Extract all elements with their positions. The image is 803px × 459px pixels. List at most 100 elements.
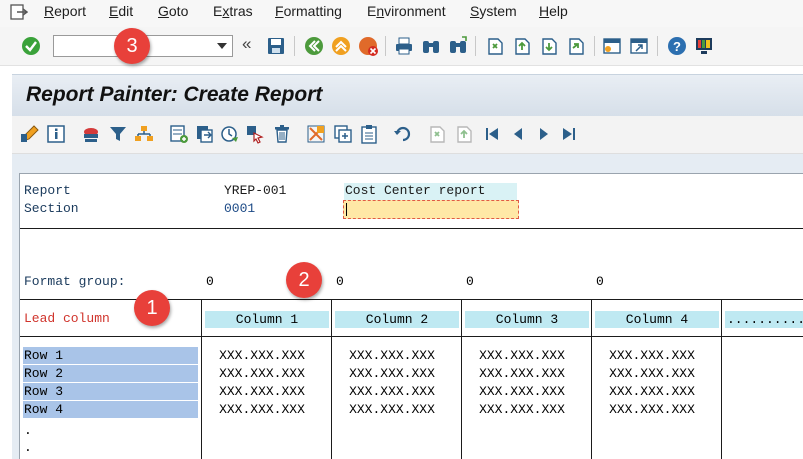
filter-icon[interactable] (108, 124, 128, 144)
help-icon[interactable]: ? (667, 36, 687, 56)
cell-r1-c1[interactable]: XXX.XXX.XXX (207, 347, 317, 364)
print-icon[interactable] (394, 36, 414, 56)
continuation-dot: . (24, 440, 32, 455)
copy-element-icon[interactable] (195, 124, 215, 144)
cell-r3-c3[interactable]: XXX.XXX.XXX (467, 383, 577, 400)
copy-icon[interactable] (333, 124, 353, 144)
column-header-4[interactable]: Column 4 (595, 311, 719, 328)
cell-r4-c2[interactable]: XXX.XXX.XXX (337, 401, 447, 418)
delete-icon[interactable] (272, 124, 292, 144)
grid-col-divider (591, 299, 592, 459)
exit-icon[interactable] (10, 4, 28, 20)
section-description-input[interactable] (343, 200, 519, 219)
hierarchy-icon[interactable] (134, 124, 154, 144)
menu-edit[interactable]: Edit (109, 3, 133, 19)
column-header-3[interactable]: Column 3 (465, 311, 589, 328)
back-icon[interactable] (304, 36, 324, 56)
cut-icon[interactable] (306, 124, 326, 144)
format-group-value-1[interactable]: 0 (206, 274, 214, 289)
annotation-badge-1: 1 (134, 290, 170, 326)
format-group-value-2[interactable]: 0 (336, 274, 344, 289)
find-next-icon[interactable] (448, 36, 468, 56)
cell-r4-c3[interactable]: XXX.XXX.XXX (467, 401, 577, 418)
last-page-nav-icon[interactable] (559, 124, 579, 144)
select-cursor-icon[interactable] (245, 124, 265, 144)
find-icon[interactable] (421, 36, 441, 56)
menu-extras[interactable]: Extras (213, 3, 253, 19)
insert-element-icon[interactable] (169, 124, 189, 144)
column-header-more[interactable]: ........... (725, 311, 803, 328)
cell-r1-c4[interactable]: XXX.XXX.XXX (597, 347, 707, 364)
info-icon[interactable] (46, 124, 66, 144)
first-page-nav-icon[interactable] (482, 124, 502, 144)
enter-checkmark-icon[interactable] (21, 36, 41, 56)
menu-system[interactable]: System (470, 3, 517, 19)
column-header-2[interactable]: Column 2 (335, 311, 459, 328)
section-id: 0001 (224, 201, 256, 216)
next-page-nav-icon[interactable] (534, 124, 554, 144)
svg-text:?: ? (673, 39, 681, 54)
report-label: Report (24, 183, 71, 198)
variable-icon[interactable] (81, 124, 101, 144)
previous-page-icon[interactable] (512, 36, 532, 56)
next-page-icon[interactable] (539, 36, 559, 56)
cell-r3-c4[interactable]: XXX.XXX.XXX (597, 383, 707, 400)
save-icon[interactable] (266, 36, 286, 56)
switch-display-change-icon[interactable] (20, 124, 40, 144)
report-id: YREP-001 (224, 183, 287, 198)
continuation-dot: . (24, 423, 32, 438)
annotation-badge-2: 2 (286, 262, 322, 298)
column-header-1[interactable]: Column 1 (205, 311, 329, 328)
section-label: Section (24, 201, 79, 216)
cell-r1-c2[interactable]: XXX.XXX.XXX (337, 347, 447, 364)
cell-r2-c3[interactable]: XXX.XXX.XXX (467, 365, 577, 382)
previous-item-icon[interactable] (454, 124, 474, 144)
annotation-badge-3: 3 (114, 28, 150, 64)
grid-header-line (20, 336, 803, 337)
create-session-icon[interactable] (602, 36, 622, 56)
first-item-icon[interactable] (427, 124, 447, 144)
execute-icon[interactable] (220, 124, 240, 144)
customize-layout-icon[interactable] (694, 36, 714, 56)
lead-column-label[interactable]: Lead column (24, 311, 110, 326)
grid-col-divider (721, 299, 722, 459)
cell-r1-c3[interactable]: XXX.XXX.XXX (467, 347, 577, 364)
row-label-1[interactable]: Row 1 (23, 347, 198, 364)
cancel-icon[interactable] (358, 36, 378, 56)
first-page-icon[interactable] (485, 36, 505, 56)
shortcut-icon[interactable] (629, 36, 649, 56)
exit-up-icon[interactable] (331, 36, 351, 56)
title-bar: Report Painter: Create Report (12, 74, 803, 116)
menu-goto[interactable]: Goto (158, 3, 188, 19)
cell-r2-c2[interactable]: XXX.XXX.XXX (337, 365, 447, 382)
format-group-value-3[interactable]: 0 (466, 274, 474, 289)
last-page-icon[interactable] (566, 36, 586, 56)
collapse-icon[interactable]: « (242, 34, 251, 54)
application-toolbar (12, 116, 803, 154)
cell-r3-c1[interactable]: XXX.XXX.XXX (207, 383, 317, 400)
menu-help[interactable]: Help (539, 3, 568, 19)
grid-col-divider (201, 299, 202, 459)
cell-r2-c4[interactable]: XXX.XXX.XXX (597, 365, 707, 382)
row-label-4[interactable]: Row 4 (23, 401, 198, 418)
cell-r4-c4[interactable]: XXX.XXX.XXX (597, 401, 707, 418)
menu-environment[interactable]: Environment (367, 3, 446, 19)
chevron-down-icon[interactable] (217, 43, 227, 49)
undo-icon[interactable] (393, 124, 413, 144)
paste-icon[interactable] (359, 124, 379, 144)
format-group-value-4[interactable]: 0 (596, 274, 604, 289)
report-description: Cost Center report (345, 183, 486, 198)
previous-page-nav-icon[interactable] (508, 124, 528, 144)
row-label-3[interactable]: Row 3 (23, 383, 198, 400)
menu-report[interactable]: Report (44, 3, 86, 19)
text-cursor (346, 203, 347, 216)
cell-r3-c2[interactable]: XXX.XXX.XXX (337, 383, 447, 400)
row-label-2[interactable]: Row 2 (23, 365, 198, 382)
grid-col-divider (331, 299, 332, 459)
cell-r4-c1[interactable]: XXX.XXX.XXX (207, 401, 317, 418)
divider (20, 228, 803, 229)
grid-col-divider (461, 299, 462, 459)
menu-formatting[interactable]: Formatting (275, 3, 342, 19)
menu-bar: Report Edit Goto Extras Formatting Envir… (0, 0, 803, 27)
cell-r2-c1[interactable]: XXX.XXX.XXX (207, 365, 317, 382)
